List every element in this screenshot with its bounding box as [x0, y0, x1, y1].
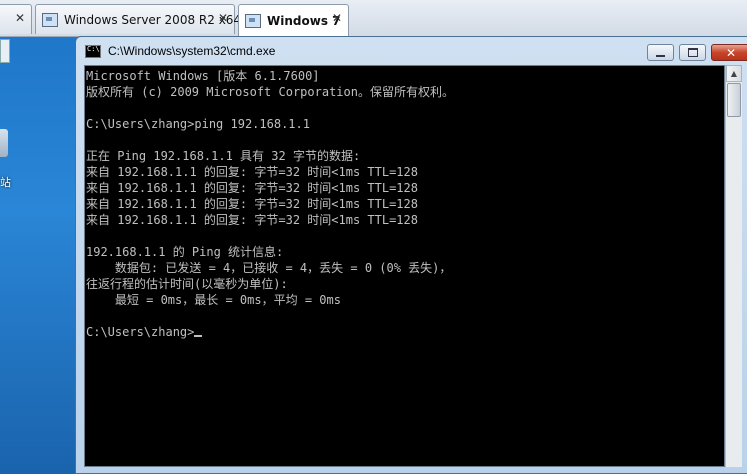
- tab-windows-7[interactable]: Windows 7 ✕: [238, 4, 349, 36]
- tab-label: Windows 7: [267, 13, 341, 28]
- cmd-window: C:\Windows\system32\cmd.exe ✕ Microsoft …: [75, 36, 747, 474]
- console-output[interactable]: Microsoft Windows [版本 6.1.7600] 版权所有 (c)…: [84, 65, 725, 467]
- scroll-up-arrow-icon[interactable]: ▲: [726, 65, 742, 82]
- desktop-computer-icon[interactable]: [0, 39, 10, 63]
- vm-tab-strip: ✕ Windows Server 2008 R2 x64 ✕ Windows 7…: [0, 0, 747, 37]
- desktop-icon-label: 站: [0, 176, 11, 189]
- vm-icon: [245, 13, 261, 28]
- cmd-icon[interactable]: [85, 44, 101, 58]
- maximize-button[interactable]: [679, 44, 706, 61]
- window-title: C:\Windows\system32\cmd.exe: [108, 44, 276, 58]
- scrollbar-thumb[interactable]: [727, 83, 741, 117]
- console-text: Microsoft Windows [版本 6.1.7600] 版权所有 (c)…: [86, 69, 454, 339]
- recycle-bin-icon[interactable]: [0, 129, 8, 157]
- maximize-icon: [687, 48, 698, 57]
- minimize-icon: [656, 54, 665, 57]
- tab-close-icon[interactable]: ✕: [332, 11, 342, 25]
- text-cursor: [194, 335, 203, 337]
- tab-label: Windows Server 2008 R2 x64: [64, 12, 242, 27]
- tab-windows-server-2008[interactable]: Windows Server 2008 R2 x64 ✕: [35, 4, 241, 34]
- minimize-button[interactable]: [647, 44, 674, 61]
- tab-close-icon[interactable]: ✕: [15, 11, 25, 25]
- vm-icon: [42, 12, 58, 27]
- close-button[interactable]: ✕: [711, 44, 747, 61]
- tab-close-icon[interactable]: ✕: [218, 11, 228, 25]
- vertical-scrollbar[interactable]: ▲: [725, 65, 742, 467]
- close-icon: ✕: [725, 45, 737, 60]
- tab-partial[interactable]: ✕: [0, 4, 32, 34]
